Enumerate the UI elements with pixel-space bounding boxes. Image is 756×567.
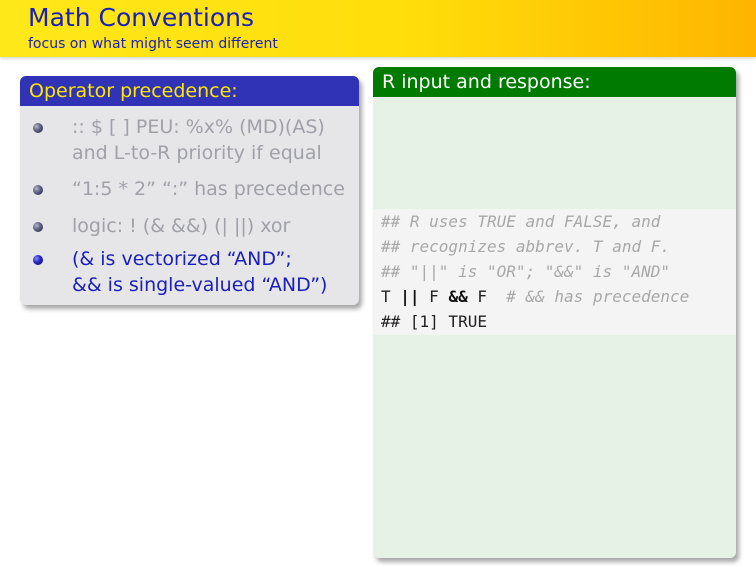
code-output-line: ## [1] TRUE	[381, 312, 487, 331]
code-input-line: T || F && F # && has precedence	[381, 284, 689, 309]
operator-precedence-title: Operator precedence:	[20, 76, 359, 106]
code-inline-comment: # && has precedence	[496, 287, 690, 306]
code-comment-line: ## "||" is "OR"; "&&" is "AND"	[381, 262, 670, 281]
code-operator: &&	[448, 287, 468, 306]
operator-precedence-block: Operator precedence: :: $ [ ] PEU: %x% (…	[20, 76, 359, 305]
code-token: F	[419, 287, 449, 306]
bullet-icon	[33, 123, 43, 133]
list-item-text: and L-to-R priority if equal	[72, 142, 322, 164]
list-item-text: logic: ! (& &&) (| ||) xor	[72, 215, 291, 237]
bullet-icon	[33, 255, 43, 265]
list-item-text: “1:5 * 2” “:” has precedence	[72, 178, 345, 200]
code-token: F	[467, 287, 497, 306]
bullet-icon	[33, 185, 43, 195]
code-comment-line: ## recognizes abbrev. T and F.	[381, 237, 670, 256]
bullet-icon	[33, 222, 43, 232]
code-comment-line: ## R uses TRUE and FALSE, and	[381, 212, 661, 231]
list-item-text: :: $ [ ] PEU: %x% (MD)(AS)	[72, 116, 325, 138]
slide-title: Math Conventions	[28, 3, 255, 32]
slide-header: Math Conventions focus on what might see…	[0, 0, 756, 57]
r-input-response-block: R input and response: ## R uses TRUE and…	[373, 67, 736, 558]
list-item-text: && is single-valued “AND”)	[72, 274, 328, 296]
code-chunk: ## R uses TRUE and FALSE, and ## recogni…	[373, 209, 736, 335]
slide-subtitle: focus on what might seem different	[28, 36, 278, 52]
code-token: T	[381, 287, 401, 306]
list-item-text: (& is vectorized “AND”;	[72, 248, 292, 270]
r-input-response-title: R input and response:	[373, 67, 736, 97]
code-operator: ||	[400, 287, 420, 306]
